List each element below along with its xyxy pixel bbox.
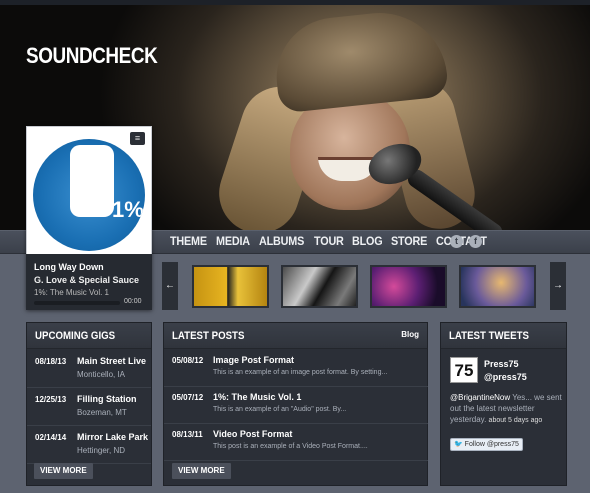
carousel-next-button[interactable]: →	[550, 262, 566, 310]
hero-cap	[270, 6, 450, 114]
media-carousel: ← →	[162, 262, 570, 310]
gigs-view-more-button[interactable]: VIEW MORE	[34, 463, 93, 479]
post-title[interactable]: 1%: The Music Vol. 1	[213, 392, 301, 402]
press75-avatar[interactable]: 75	[450, 357, 478, 383]
gig-item[interactable]: 12/25/13 Filling Station Bozeman, MT	[27, 388, 151, 426]
post-title[interactable]: Video Post Format	[213, 429, 292, 439]
post-excerpt: This is an example of an "Audio" post. B…	[213, 406, 347, 413]
nav-item-media[interactable]: MEDIA	[216, 234, 257, 248]
carousel-thumb-2[interactable]	[281, 265, 358, 308]
nav-item-store[interactable]: STORE	[391, 234, 434, 248]
twitter-bird-icon: 🐦	[454, 441, 463, 448]
blog-link[interactable]: Blog	[401, 330, 419, 339]
carousel-prev-button[interactable]: ←	[162, 262, 178, 310]
posts-view-more-button[interactable]: VIEW MORE	[172, 463, 231, 479]
tweet-mention[interactable]: @BrigantineNow	[450, 393, 510, 402]
player-progress-bar[interactable]	[34, 301, 120, 305]
menu-icon[interactable]: ≡	[130, 132, 145, 145]
tweet-author-name[interactable]: Press75	[484, 359, 519, 369]
tweet-author-handle[interactable]: @press75	[484, 372, 527, 382]
post-excerpt: This post is an example of a Video Post …	[213, 443, 368, 450]
arrow-left-icon: ←	[165, 280, 175, 291]
player-track-title: Long Way Down	[34, 262, 104, 272]
main-nav: THEME MEDIA ALBUMS TOUR BLOG STORE CONTA…	[170, 234, 497, 248]
gig-city: Bozeman, MT	[77, 408, 127, 417]
nav-item-albums[interactable]: ALBUMS	[259, 234, 311, 248]
album-cover-numeral	[70, 145, 114, 217]
post-item[interactable]: 05/07/12 1%: The Music Vol. 1 This is an…	[164, 387, 428, 424]
post-date: 08/13/11	[172, 430, 203, 439]
gig-city: Hettinger, ND	[77, 446, 126, 455]
upcoming-gigs-heading: UPCOMING GIGS	[27, 323, 151, 349]
album-cover[interactable]: 1%	[33, 139, 145, 251]
post-item[interactable]: 05/08/12 Image Post Format This is an ex…	[164, 350, 428, 387]
gig-item[interactable]: 08/18/13 Main Street Live Monticello, IA	[27, 350, 151, 388]
gig-venue[interactable]: Filling Station	[77, 394, 137, 404]
site-logo[interactable]: SOUNDCHECK	[26, 43, 158, 69]
post-title[interactable]: Image Post Format	[213, 355, 294, 365]
tweet-time[interactable]: about 5 days ago	[489, 417, 543, 424]
twitter-follow-button[interactable]: 🐦 Follow @press75	[450, 438, 523, 451]
post-date: 05/08/12	[172, 356, 204, 365]
latest-tweets-heading: LATEST TWEETS	[441, 323, 566, 349]
latest-posts-heading: LATEST POSTS	[164, 323, 427, 349]
facebook-icon[interactable]: f	[469, 235, 482, 248]
album-cover-text: 1%	[112, 197, 144, 222]
gig-venue[interactable]: Main Street Live	[77, 356, 146, 366]
gig-venue[interactable]: Mirror Lake Park	[77, 432, 148, 442]
gig-item[interactable]: 02/14/14 Mirror Lake Park Hettinger, ND	[27, 426, 151, 464]
gig-date: 02/14/14	[35, 433, 67, 442]
latest-posts-panel: LATEST POSTS Blog 05/08/12 Image Post Fo…	[163, 322, 428, 486]
audio-player: Long Way Down G. Love & Special Sauce 1%…	[26, 254, 152, 310]
gig-date: 12/25/13	[35, 395, 67, 404]
post-date: 05/07/12	[172, 393, 204, 402]
gig-date: 08/18/13	[35, 357, 67, 366]
nav-item-blog[interactable]: BLOG	[352, 234, 390, 248]
carousel-thumb-4[interactable]	[459, 265, 536, 308]
follow-button-label: Follow @press75	[464, 441, 519, 448]
player-artist: G. Love & Special Sauce	[34, 275, 140, 285]
player-time: 00:00	[124, 298, 142, 305]
nav-item-contact[interactable]: CONTACT	[436, 234, 494, 248]
latest-tweets-panel: LATEST TWEETS 75 Press75 @press75 @Briga…	[440, 322, 567, 486]
player-album: 1%: The Music Vol. 1	[34, 288, 109, 297]
arrow-right-icon: →	[553, 280, 563, 291]
tweet-text: @BrigantineNow Yes... we sent out the la…	[450, 392, 562, 426]
carousel-thumb-3[interactable]	[370, 265, 447, 308]
post-item[interactable]: 08/13/11 Video Post Format This post is …	[164, 424, 428, 461]
gig-city: Monticello, IA	[77, 370, 126, 379]
upcoming-gigs-panel: UPCOMING GIGS 08/18/13 Main Street Live …	[26, 322, 152, 486]
nav-item-tour[interactable]: TOUR	[314, 234, 351, 248]
post-excerpt: This is an example of an image post form…	[213, 369, 388, 376]
twitter-icon[interactable]: t	[450, 235, 463, 248]
nav-item-theme[interactable]: THEME	[170, 234, 214, 248]
carousel-thumb-1[interactable]	[192, 265, 269, 308]
